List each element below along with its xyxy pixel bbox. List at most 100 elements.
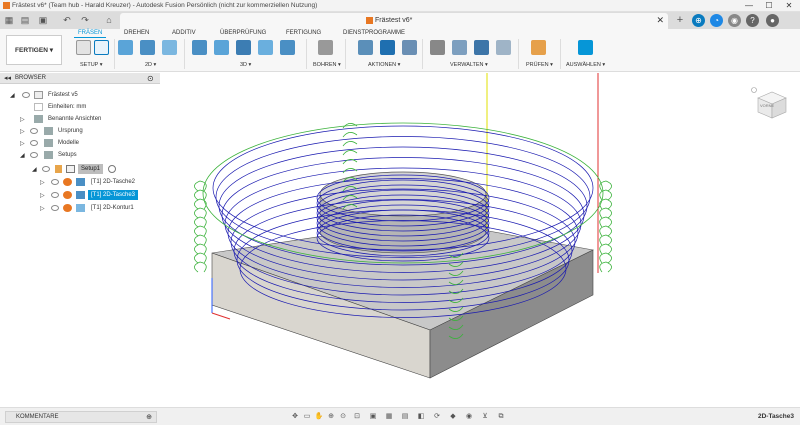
job-status-icon[interactable]: ◔ — [710, 14, 723, 27]
visibility-icon[interactable] — [51, 205, 59, 211]
face-icon[interactable] — [162, 40, 177, 55]
filter-icon[interactable]: ⊻ — [480, 412, 490, 422]
home-icon[interactable]: ⌂ — [102, 14, 116, 27]
new-tab-icon[interactable]: + — [673, 14, 687, 27]
expand-arrow-icon[interactable]: ▷ — [40, 179, 45, 186]
browser-options-icon[interactable]: ⊙ — [147, 74, 154, 83]
model-canvas[interactable] — [160, 73, 800, 407]
post-process-icon[interactable] — [380, 40, 395, 55]
save-icon[interactable]: ▣ — [36, 14, 50, 27]
visibility-icon[interactable] — [51, 192, 59, 198]
simulate-icon[interactable] — [358, 40, 373, 55]
group-bohren[interactable]: BOHREN ▾ — [313, 62, 341, 68]
expand-arrow-icon[interactable]: ▷ — [20, 116, 25, 123]
app-grid-icon[interactable]: ▦ — [2, 14, 16, 27]
group-3d[interactable]: 3D ▾ — [240, 62, 251, 68]
notifications-icon[interactable]: ◉ — [728, 14, 741, 27]
collapse-browser-icon[interactable]: ◂◂ — [4, 74, 11, 82]
close-window-button[interactable]: ✕ — [780, 0, 798, 12]
stock-display-icon[interactable]: ◉ — [464, 412, 474, 422]
close-tab-icon[interactable]: ✕ — [656, 15, 664, 26]
group-auswaehlen[interactable]: AUSWÄHLEN ▾ — [566, 62, 605, 68]
tab-fraesen[interactable]: FRÄSEN — [73, 30, 107, 38]
active-setup-icon[interactable] — [108, 165, 116, 173]
setup-sheet-icon[interactable] — [402, 40, 417, 55]
expand-arrow-icon[interactable]: ◢ — [10, 92, 15, 99]
extensions-icon[interactable]: ⊕ — [692, 14, 705, 27]
visibility-icon[interactable] — [30, 152, 38, 158]
help-icon[interactable]: ? — [746, 14, 759, 27]
visibility-icon[interactable] — [22, 92, 30, 98]
add-comment-icon[interactable]: ⊕ — [146, 413, 152, 421]
tree-item-named-views[interactable]: ▷ Benannte Ansichten — [0, 114, 160, 126]
tab-drehen[interactable]: DREHEN — [124, 30, 149, 36]
visibility-icon[interactable] — [30, 128, 38, 134]
setup-icon[interactable] — [76, 40, 91, 55]
template-library-icon[interactable] — [496, 40, 511, 55]
machine-library-icon[interactable] — [452, 40, 467, 55]
effects-icon[interactable]: ◆ — [448, 412, 458, 422]
maximize-button[interactable]: ☐ — [760, 0, 778, 12]
toolpath-display-icon[interactable]: ⧉ — [496, 412, 506, 422]
contour-icon[interactable] — [258, 40, 273, 55]
redo-icon[interactable]: ↷ — [78, 14, 92, 27]
3d-adaptive-icon[interactable] — [192, 40, 207, 55]
2d-adaptive-icon[interactable] — [118, 40, 133, 55]
file-icon[interactable]: ▤ — [18, 14, 32, 27]
comments-panel[interactable]: KOMMENTARE ⊕ — [5, 411, 157, 423]
group-verwalten[interactable]: VERWALTEN ▾ — [450, 62, 488, 68]
tab-additiv[interactable]: ADDITIV — [172, 30, 196, 36]
tab-fertigung[interactable]: FERTIGUNG — [286, 30, 321, 36]
tab-ueberpruefung[interactable]: ÜBERPRÜFUNG — [220, 30, 266, 36]
expand-arrow-icon[interactable]: ▷ — [20, 140, 25, 147]
pocket-clearing-icon[interactable] — [214, 40, 229, 55]
tree-item-operation[interactable]: ▷ [T1] 2D-Kontur1 — [0, 203, 160, 215]
zoom-icon[interactable]: ⊕ — [326, 412, 336, 422]
expand-arrow-icon[interactable]: ▷ — [40, 192, 45, 199]
tree-item-units[interactable]: Einheiten: mm — [0, 102, 160, 114]
tool-library-icon[interactable] — [430, 40, 445, 55]
measure-icon[interactable] — [531, 40, 546, 55]
expand-arrow-icon[interactable]: ◢ — [32, 166, 37, 173]
visibility-icon[interactable] — [51, 179, 59, 185]
2d-pocket-icon[interactable] — [140, 40, 155, 55]
select-icon[interactable] — [578, 40, 593, 55]
zoom-window-icon[interactable]: ⊙ — [338, 412, 348, 422]
visibility-icon[interactable] — [30, 140, 38, 146]
viewports-icon[interactable]: ▤ — [400, 412, 410, 422]
3d-viewport[interactable] — [160, 73, 800, 407]
expand-arrow-icon[interactable]: ▷ — [20, 128, 25, 135]
document-tab[interactable]: Frästest v6* ✕ — [120, 13, 668, 29]
tree-item-operation[interactable]: ▷ [T1] 2D-Tasche2 — [0, 177, 160, 189]
pan-icon[interactable]: ✋ — [314, 412, 324, 422]
group-aktionen[interactable]: AKTIONEN ▾ — [368, 62, 400, 68]
expand-arrow-icon[interactable]: ▷ — [40, 205, 45, 212]
group-setup[interactable]: SETUP ▾ — [80, 62, 103, 68]
tree-item-models[interactable]: ▷ Modelle — [0, 138, 160, 150]
steep-shallow-icon[interactable] — [236, 40, 251, 55]
expand-arrow-icon[interactable]: ◢ — [20, 152, 25, 159]
fit-icon[interactable]: ⊡ — [352, 412, 362, 422]
grid-icon[interactable]: ▦ — [384, 412, 394, 422]
look-at-icon[interactable]: ▭ — [302, 412, 312, 422]
tree-item-setup1[interactable]: ◢ Setup1 — [0, 164, 160, 176]
tree-item-operation-selected[interactable]: ▷ [T1] 2D-Tasche3 — [0, 190, 160, 202]
section-icon[interactable]: ◧ — [416, 412, 426, 422]
tree-item-setups[interactable]: ◢ Setups — [0, 150, 160, 162]
view-cube[interactable]: VORNE — [750, 86, 790, 122]
drill-icon[interactable] — [318, 40, 333, 55]
user-avatar[interactable]: ● — [766, 14, 779, 27]
tree-item-document[interactable]: ◢ Frästest v5 — [0, 90, 160, 102]
home-view-icon[interactable] — [751, 87, 757, 93]
group-2d[interactable]: 2D ▾ — [145, 62, 156, 68]
minimize-button[interactable]: — — [740, 0, 758, 12]
undo-icon[interactable]: ↶ — [60, 14, 74, 27]
scallop-icon[interactable] — [280, 40, 295, 55]
post-library-icon[interactable] — [474, 40, 489, 55]
group-pruefen[interactable]: PRÜFEN ▾ — [526, 62, 553, 68]
rotate-icon[interactable]: ⟳ — [432, 412, 442, 422]
nc-program-icon[interactable] — [94, 40, 109, 55]
visibility-icon[interactable] — [42, 166, 50, 172]
tree-item-origin[interactable]: ▷ Ursprung — [0, 126, 160, 138]
orbit-icon[interactable]: ✥ — [290, 412, 300, 422]
